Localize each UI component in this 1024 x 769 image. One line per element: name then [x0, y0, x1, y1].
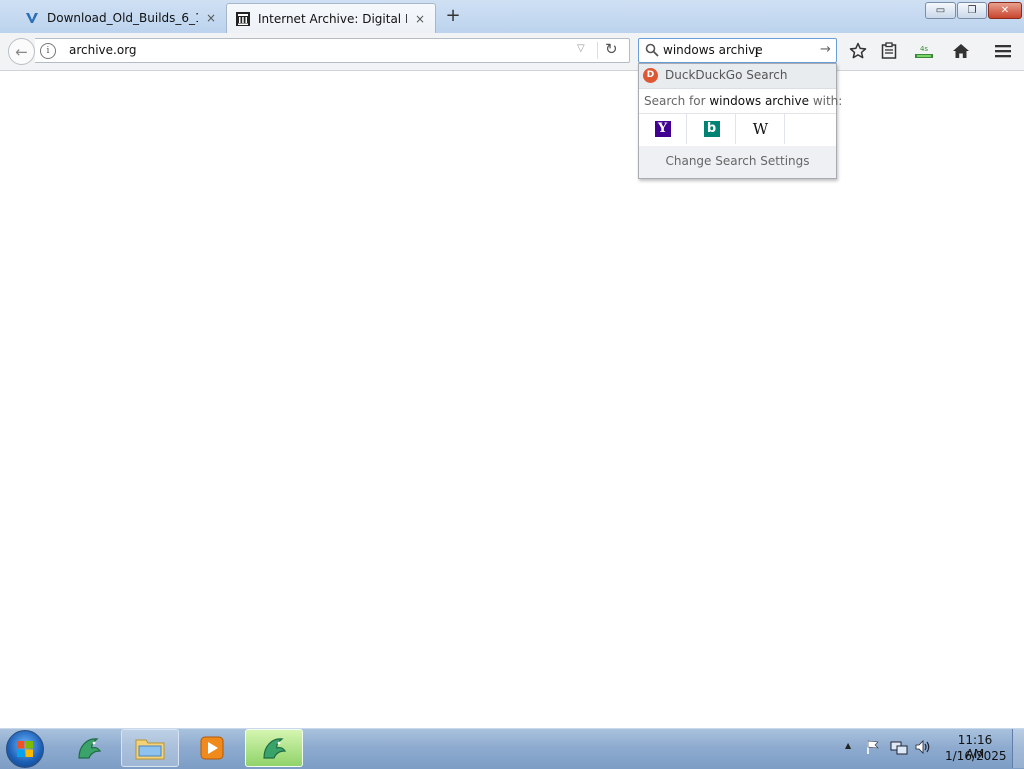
search-go-button[interactable]: → — [820, 42, 831, 57]
wikipedia-icon: W — [752, 120, 769, 138]
network-icon[interactable] — [890, 739, 908, 758]
tab-title: Download_Old_Builds_6_1 - — [47, 11, 198, 25]
duckduckgo-icon: D — [643, 68, 658, 83]
search-icon[interactable] — [645, 43, 659, 57]
bookmark-star-icon[interactable] — [847, 40, 869, 62]
start-button[interactable] — [6, 730, 44, 768]
folder-icon — [135, 739, 165, 760]
home-icon[interactable] — [950, 40, 972, 62]
dragon-browser-icon — [263, 738, 287, 759]
text-cursor-icon: I — [754, 46, 760, 61]
taskbar-file-explorer[interactable] — [121, 729, 179, 767]
search-for-label: Search for windows archive with: — [644, 94, 842, 108]
bookmarks-library-icon[interactable] — [878, 40, 900, 62]
reload-button[interactable]: ↻ — [605, 40, 618, 58]
new-tab-button[interactable]: + — [443, 6, 463, 26]
media-player-icon — [200, 736, 224, 760]
yahoo-icon: Y — [654, 121, 671, 137]
tab-close-icon[interactable]: × — [204, 11, 218, 25]
vivaldi-logo-icon — [24, 10, 40, 26]
downloads-icon[interactable]: 4s — [913, 40, 935, 62]
archive-building-icon — [235, 11, 251, 27]
search-for-suffix: with: — [809, 94, 843, 108]
show-hidden-icons-button[interactable]: ▲ — [845, 741, 851, 750]
windows-logo-icon — [17, 741, 33, 757]
tab-title: Internet Archive: Digital Libr — [258, 11, 407, 26]
clock-date[interactable]: 1/16/2025 — [945, 749, 1007, 763]
search-input[interactable]: windows archive — [663, 43, 763, 57]
tab-close-icon[interactable]: × — [413, 12, 427, 26]
back-button[interactable]: ← — [8, 38, 35, 65]
url-text[interactable]: archive.org — [69, 43, 137, 57]
taskbar-media-player[interactable] — [183, 729, 241, 767]
engine-bing-button[interactable]: b — [688, 114, 736, 144]
minimize-button[interactable]: ▭ — [925, 2, 956, 19]
restore-button[interactable]: ❐ — [957, 2, 987, 19]
taskbar-browser-pinned[interactable] — [60, 729, 118, 767]
show-desktop-button[interactable] — [1012, 729, 1024, 768]
url-separator — [597, 42, 598, 59]
search-for-term: windows archive — [709, 94, 809, 108]
history-dropdown-icon[interactable]: ▽ — [577, 43, 585, 54]
dragon-browser-icon — [78, 738, 102, 759]
search-for-prefix: Search for — [644, 94, 710, 108]
action-center-flag-icon[interactable] — [865, 739, 881, 758]
menu-hamburger-icon[interactable] — [992, 40, 1014, 62]
bing-icon: b — [703, 121, 720, 137]
tab-download-old-builds[interactable]: Download_Old_Builds_6_1 - × — [16, 3, 226, 33]
engine-wikipedia-button[interactable]: W — [737, 114, 785, 144]
svg-text:4s: 4s — [920, 45, 928, 53]
close-window-button[interactable]: ✕ — [988, 2, 1022, 19]
taskbar-browser-active[interactable] — [245, 729, 303, 767]
change-search-settings-button[interactable]: Change Search Settings — [639, 146, 836, 178]
site-info-icon[interactable]: i — [40, 43, 56, 59]
current-engine-label[interactable]: DuckDuckGo Search — [665, 68, 787, 82]
volume-icon[interactable] — [914, 739, 932, 758]
engine-yahoo-button[interactable]: Y — [639, 114, 687, 144]
tab-internet-archive[interactable]: Internet Archive: Digital Libr × — [226, 3, 436, 33]
